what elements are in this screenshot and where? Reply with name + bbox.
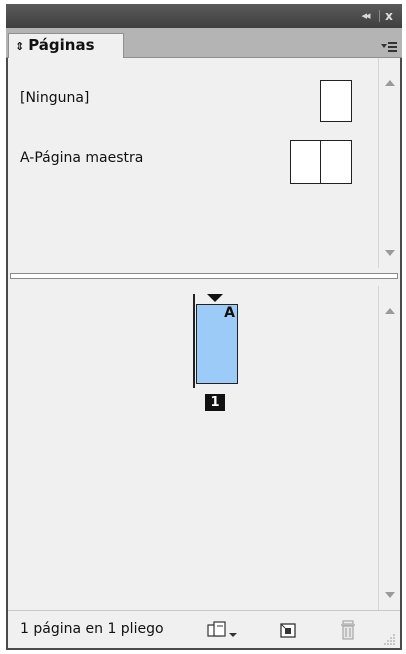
sort-updown-icon: ⇕ bbox=[15, 40, 25, 53]
master-item-a[interactable]: A-Página maestra bbox=[8, 136, 376, 186]
master-page-thumbnail[interactable] bbox=[320, 80, 352, 122]
master-scrollbar[interactable] bbox=[378, 58, 400, 268]
titlebar-separator bbox=[379, 10, 380, 22]
panel-menu-icon[interactable] bbox=[380, 40, 398, 54]
applied-master-letter: A bbox=[224, 305, 235, 321]
current-page-marker-icon bbox=[207, 294, 223, 302]
page-count-status: 1 página en 1 pliego bbox=[20, 621, 164, 637]
panel-content: [Ninguna] A-Página maestra A 1 1 página … bbox=[8, 58, 400, 648]
page-number-label: 1 bbox=[205, 394, 225, 411]
collapse-panel-icon[interactable]: ◂◂ bbox=[356, 8, 374, 24]
master-item-label: [Ninguna] bbox=[20, 90, 90, 106]
panel-statusbar: 1 página en 1 pliego bbox=[8, 610, 400, 648]
tab-paginas[interactable]: ⇕ Páginas bbox=[8, 33, 124, 58]
master-right-page-thumbnail[interactable] bbox=[320, 140, 352, 184]
divider-bar[interactable] bbox=[10, 273, 398, 279]
edit-page-size-icon[interactable] bbox=[206, 620, 240, 640]
master-left-page-thumbnail[interactable] bbox=[290, 140, 321, 184]
spread-spine bbox=[193, 294, 195, 388]
scroll-down-arrow-icon[interactable] bbox=[385, 250, 395, 256]
create-new-page-icon[interactable] bbox=[278, 620, 298, 640]
scroll-down-arrow-icon[interactable] bbox=[385, 592, 395, 598]
master-item-label: A-Página maestra bbox=[20, 150, 144, 166]
delete-page-icon[interactable] bbox=[338, 620, 358, 642]
scroll-up-arrow-icon[interactable] bbox=[385, 80, 395, 86]
document-pages-section: A 1 bbox=[8, 286, 400, 610]
panel-titlebar[interactable]: ◂◂ x bbox=[6, 4, 402, 28]
tab-label: Páginas bbox=[28, 36, 95, 54]
close-panel-icon[interactable]: x bbox=[382, 8, 396, 24]
pages-scrollbar[interactable] bbox=[378, 286, 400, 610]
scroll-up-arrow-icon[interactable] bbox=[385, 308, 395, 314]
panel-tabbar: ⇕ Páginas bbox=[6, 28, 402, 58]
page-spread[interactable]: A 1 bbox=[193, 294, 241, 411]
master-pages-section: [Ninguna] A-Página maestra bbox=[8, 58, 400, 268]
section-divider-handle[interactable] bbox=[8, 268, 400, 286]
pages-panel: ◂◂ x ⇕ Páginas [Ninguna] A-Página maestra bbox=[6, 4, 402, 650]
master-item-none[interactable]: [Ninguna] bbox=[8, 76, 376, 126]
resize-grip-icon[interactable] bbox=[384, 633, 396, 645]
page-thumbnail[interactable]: A bbox=[196, 304, 238, 384]
